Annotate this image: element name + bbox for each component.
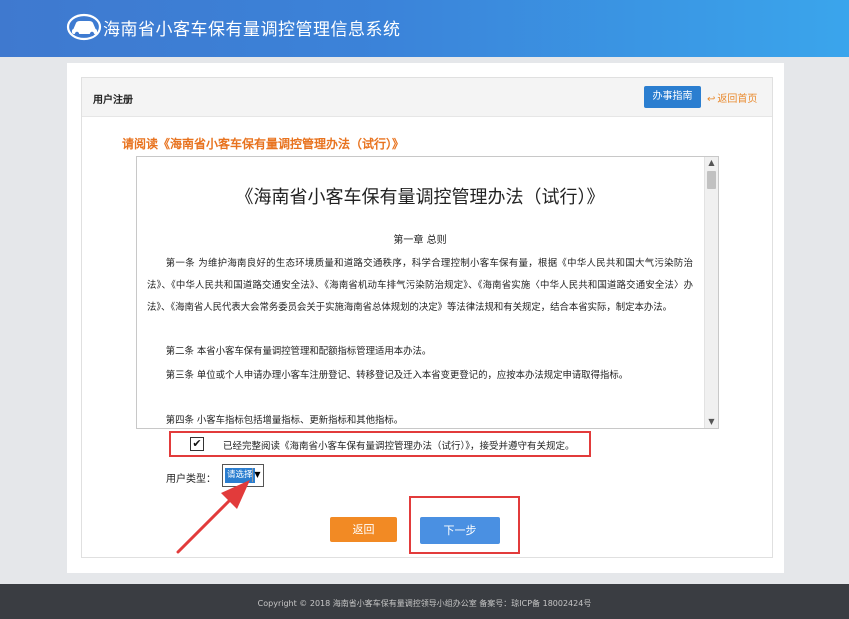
agreement-text: 已经完整阅读《海南省小客车保有量调控管理办法（试行）》，接受并遵守有关规定。 bbox=[223, 441, 575, 452]
footer: Copyright © 2018 海南省小客车保有量调控领导小组办公室 备案号：… bbox=[0, 584, 849, 619]
annotation-arrow-icon bbox=[176, 480, 250, 554]
document-scrollbar[interactable]: ▲ ▼ bbox=[704, 157, 718, 428]
top-header: 海南省小客车保有量调控管理信息系统 bbox=[0, 0, 849, 57]
scroll-down-icon[interactable]: ▼ bbox=[705, 416, 718, 428]
main-panel: 用户注册 办事指南 ↩ 返回首页 请阅读《海南省小客车保有量调控管理办法（试行）》… bbox=[67, 63, 784, 573]
back-button[interactable]: 返回 bbox=[330, 517, 397, 542]
guide-button[interactable]: 办事指南 bbox=[644, 86, 701, 108]
return-home-label: 返回首页 bbox=[717, 94, 758, 105]
agreement-highlight: ✔ 已经完整阅读《海南省小客车保有量调控管理办法（试行）》，接受并遵守有关规定。 bbox=[169, 431, 591, 457]
return-arrow-icon: ↩ bbox=[707, 94, 716, 105]
next-step-button[interactable]: 下一步 bbox=[420, 517, 500, 544]
document-title: 《海南省小客车保有量调控管理办法（试行）》 bbox=[235, 187, 605, 208]
registration-panel: 用户注册 办事指南 ↩ 返回首页 请阅读《海南省小客车保有量调控管理办法（试行）》… bbox=[81, 77, 773, 558]
article-paragraph: 第三条 单位或个人申请办理小客车注册登记、转移登记及迁入本省变更登记的，应按本办… bbox=[165, 370, 629, 381]
chapter-heading: 第一章 总则 bbox=[393, 235, 447, 246]
document-viewer[interactable]: 《海南省小客车保有量调控管理办法（试行）》 第一章 总则 第一条 为维护海南良好… bbox=[136, 156, 719, 429]
agree-checkbox[interactable]: ✔ bbox=[190, 437, 204, 451]
read-notice: 请阅读《海南省小客车保有量调控管理办法（试行）》 bbox=[122, 137, 405, 151]
document-content: 《海南省小客车保有量调控管理办法（试行）》 第一章 总则 第一条 为维护海南良好… bbox=[147, 157, 693, 428]
panel-header: 用户注册 办事指南 ↩ 返回首页 bbox=[82, 78, 772, 117]
scroll-thumb[interactable] bbox=[707, 171, 716, 189]
footer-copyright: Copyright © 2018 海南省小客车保有量调控领导小组办公室 备案号：… bbox=[257, 599, 592, 608]
scroll-up-icon[interactable]: ▲ bbox=[705, 157, 718, 169]
panel-title: 用户注册 bbox=[93, 95, 133, 106]
car-logo-icon bbox=[66, 13, 102, 41]
article-paragraph: 第二条 本省小客车保有量调控管理和配额指标管理适用本办法。 bbox=[165, 346, 432, 357]
article-paragraph: 第一条 为维护海南良好的生态环境质量和道路交通秩序，科学合理控制小客车保有量，根… bbox=[147, 258, 693, 313]
return-home-link[interactable]: ↩ 返回首页 bbox=[707, 90, 757, 105]
article-paragraph: 第四条 小客车指标包括增量指标、更新指标和其他指标。 bbox=[165, 415, 404, 426]
app-title: 海南省小客车保有量调控管理信息系统 bbox=[103, 20, 401, 40]
